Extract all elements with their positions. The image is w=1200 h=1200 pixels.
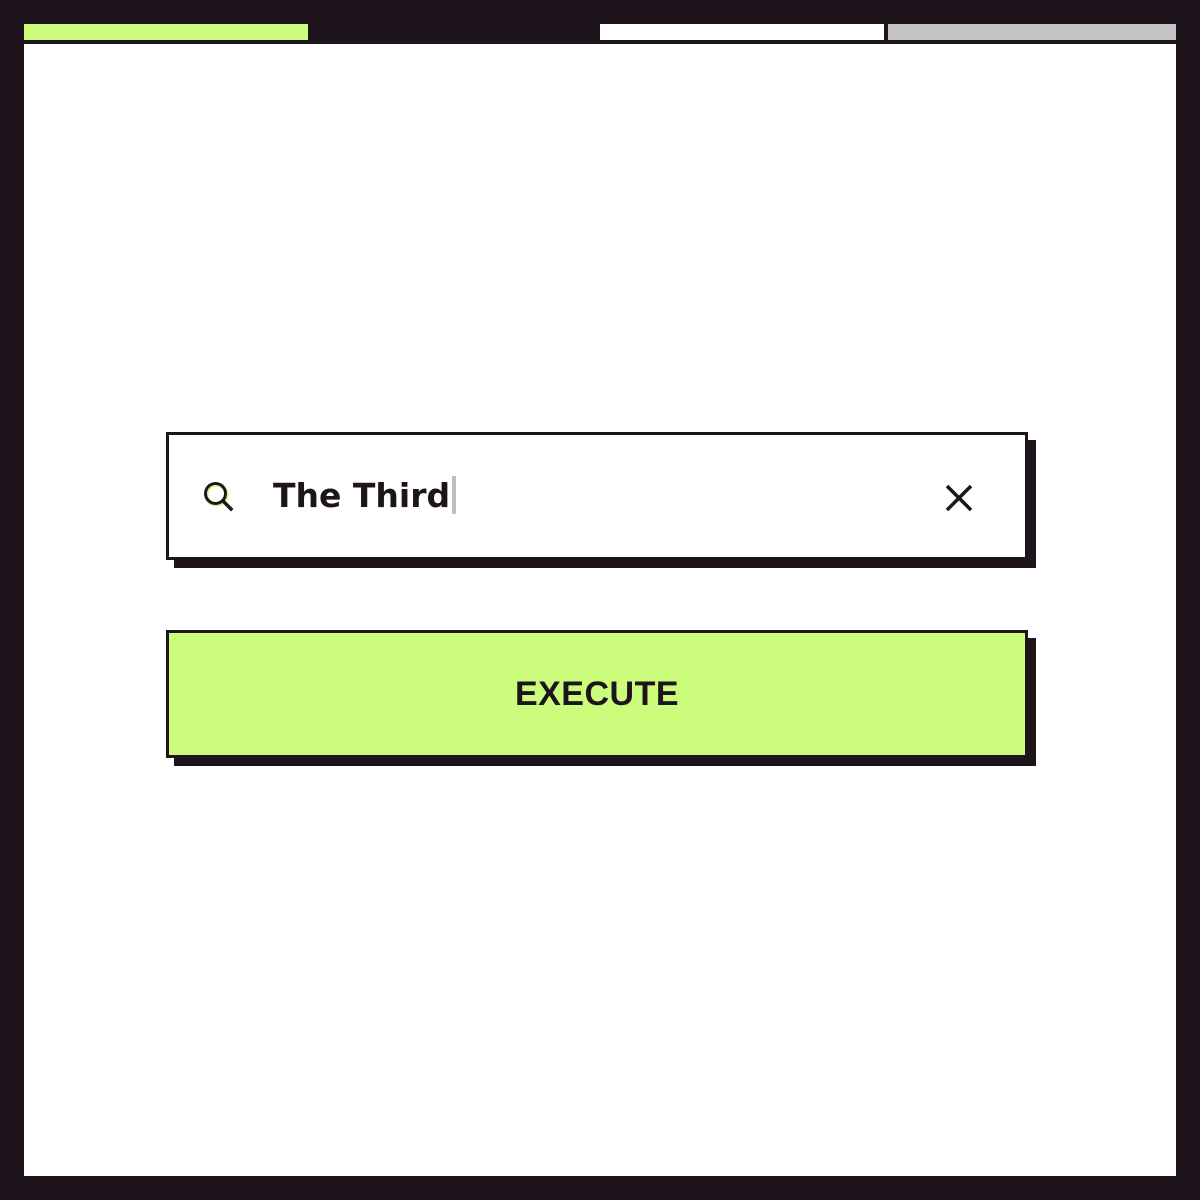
- progress-segment-light: [600, 24, 884, 40]
- app-frame: The Third EXECUTE: [0, 0, 1200, 1200]
- text-caret: [452, 475, 457, 514]
- top-progress-bar: [24, 24, 1176, 44]
- search-input-value: The Third: [273, 476, 451, 515]
- execute-button-label: EXECUTE: [514, 674, 680, 713]
- execute-button[interactable]: EXECUTE: [166, 630, 1028, 758]
- search-icon: [203, 481, 235, 513]
- main-canvas: The Third EXECUTE: [24, 44, 1176, 1176]
- search-field[interactable]: The Third: [166, 432, 1028, 560]
- progress-segment-gray: [888, 24, 1176, 40]
- search-input[interactable]: The Third: [273, 473, 457, 519]
- close-icon[interactable]: [943, 482, 975, 514]
- progress-segment-filled: [24, 24, 308, 40]
